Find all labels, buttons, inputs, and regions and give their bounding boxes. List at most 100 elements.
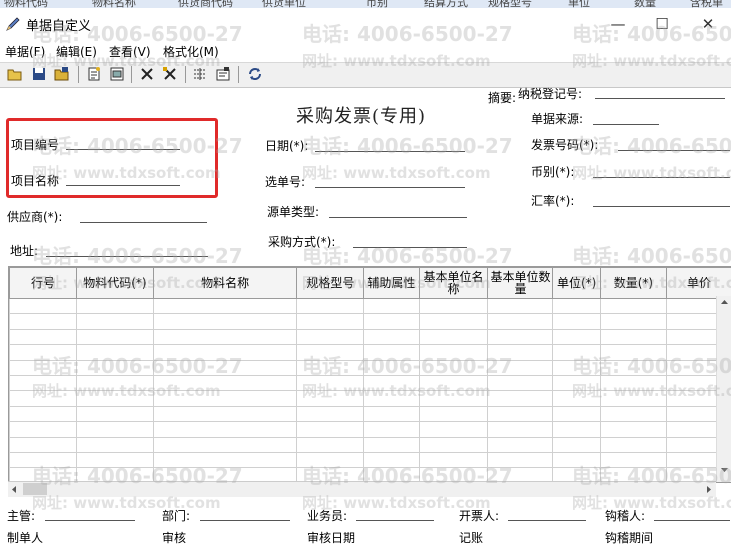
table-cell[interactable] bbox=[419, 406, 488, 421]
delete-icon[interactable] bbox=[139, 66, 155, 82]
table-cell[interactable] bbox=[10, 452, 77, 467]
manager-field[interactable] bbox=[45, 520, 135, 521]
table-cell[interactable] bbox=[297, 391, 364, 406]
table-cell[interactable] bbox=[76, 299, 153, 314]
col-header[interactable]: 物料代码(*) bbox=[76, 268, 153, 299]
salesman-field[interactable] bbox=[356, 520, 434, 521]
table-cell[interactable] bbox=[153, 437, 297, 452]
scroll-right-icon[interactable] bbox=[705, 485, 713, 494]
table-cell[interactable] bbox=[76, 437, 153, 452]
table-row[interactable] bbox=[10, 437, 731, 452]
table-cell[interactable] bbox=[153, 345, 297, 360]
table-cell[interactable] bbox=[153, 375, 297, 390]
table-cell[interactable] bbox=[297, 437, 364, 452]
menu-edit[interactable]: 编辑(E) bbox=[56, 43, 97, 60]
table-cell[interactable] bbox=[10, 406, 77, 421]
table-cell[interactable] bbox=[419, 329, 488, 344]
table-cell[interactable] bbox=[553, 406, 600, 421]
table-cell[interactable] bbox=[153, 329, 297, 344]
table-cell[interactable] bbox=[553, 329, 600, 344]
table-cell[interactable] bbox=[600, 391, 666, 406]
table-cell[interactable] bbox=[553, 422, 600, 437]
table-row[interactable] bbox=[10, 299, 731, 314]
table-cell[interactable] bbox=[10, 314, 77, 329]
table-cell[interactable] bbox=[364, 314, 419, 329]
table-cell[interactable] bbox=[553, 391, 600, 406]
table-cell[interactable] bbox=[297, 375, 364, 390]
table-cell[interactable] bbox=[419, 314, 488, 329]
invoice-number-field[interactable] bbox=[618, 150, 730, 151]
table-cell[interactable] bbox=[553, 314, 600, 329]
new-page-icon[interactable] bbox=[86, 66, 102, 82]
col-header[interactable]: 基本单位名称 bbox=[419, 268, 488, 299]
table-cell[interactable] bbox=[419, 437, 488, 452]
table-cell[interactable] bbox=[76, 329, 153, 344]
table-cell[interactable] bbox=[488, 391, 553, 406]
table-cell[interactable] bbox=[364, 360, 419, 375]
minimize-button[interactable]: — bbox=[598, 12, 638, 36]
table-cell[interactable] bbox=[76, 406, 153, 421]
table-cell[interactable] bbox=[488, 360, 553, 375]
table-cell[interactable] bbox=[600, 375, 666, 390]
table-cell[interactable] bbox=[553, 375, 600, 390]
source-field[interactable] bbox=[593, 124, 659, 125]
table-cell[interactable] bbox=[10, 437, 77, 452]
table-row[interactable] bbox=[10, 329, 731, 344]
table-cell[interactable] bbox=[364, 345, 419, 360]
menu-document[interactable]: 单据(F) bbox=[5, 43, 45, 60]
insert-icon[interactable] bbox=[192, 66, 208, 82]
table-cell[interactable] bbox=[419, 391, 488, 406]
col-header[interactable]: 辅助属性 bbox=[364, 268, 419, 299]
table-cell[interactable] bbox=[419, 299, 488, 314]
table-row[interactable] bbox=[10, 360, 731, 375]
select-number-field[interactable] bbox=[315, 187, 465, 188]
table-cell[interactable] bbox=[297, 406, 364, 421]
table-row[interactable] bbox=[10, 406, 731, 421]
department-field[interactable] bbox=[200, 520, 290, 521]
table-cell[interactable] bbox=[153, 452, 297, 467]
col-header[interactable]: 单位(*) bbox=[553, 268, 600, 299]
table-cell[interactable] bbox=[153, 314, 297, 329]
table-cell[interactable] bbox=[600, 406, 666, 421]
table-cell[interactable] bbox=[553, 345, 600, 360]
table-cell[interactable] bbox=[419, 422, 488, 437]
table-cell[interactable] bbox=[10, 360, 77, 375]
date-field[interactable] bbox=[315, 151, 465, 152]
table-cell[interactable] bbox=[600, 437, 666, 452]
horizontal-scrollbar[interactable] bbox=[8, 481, 716, 497]
table-cell[interactable] bbox=[488, 437, 553, 452]
table-cell[interactable] bbox=[76, 422, 153, 437]
table-cell[interactable] bbox=[76, 360, 153, 375]
table-cell[interactable] bbox=[364, 391, 419, 406]
table-row[interactable] bbox=[10, 314, 731, 329]
table-cell[interactable] bbox=[600, 422, 666, 437]
reconciler-field[interactable] bbox=[654, 520, 730, 521]
table-cell[interactable] bbox=[10, 345, 77, 360]
table-cell[interactable] bbox=[297, 329, 364, 344]
exchange-rate-field[interactable] bbox=[593, 206, 730, 207]
table-cell[interactable] bbox=[153, 406, 297, 421]
open-icon[interactable] bbox=[7, 66, 23, 82]
table-cell[interactable] bbox=[488, 422, 553, 437]
table-cell[interactable] bbox=[10, 422, 77, 437]
maximize-button[interactable]: ☐ bbox=[642, 12, 682, 36]
table-cell[interactable] bbox=[297, 422, 364, 437]
table-cell[interactable] bbox=[364, 375, 419, 390]
table-row[interactable] bbox=[10, 452, 731, 467]
supplier-field[interactable] bbox=[80, 222, 207, 223]
delete-all-icon[interactable] bbox=[162, 66, 178, 82]
table-cell[interactable] bbox=[153, 360, 297, 375]
save-icon[interactable] bbox=[31, 66, 47, 82]
table-cell[interactable] bbox=[553, 360, 600, 375]
close-button[interactable]: ✕ bbox=[688, 12, 728, 36]
col-header[interactable]: 行号 bbox=[10, 268, 77, 299]
properties-icon[interactable] bbox=[215, 66, 231, 82]
table-cell[interactable] bbox=[364, 422, 419, 437]
table-cell[interactable] bbox=[600, 314, 666, 329]
table-cell[interactable] bbox=[364, 299, 419, 314]
tax-registration-field[interactable] bbox=[595, 98, 725, 99]
scroll-left-icon[interactable] bbox=[10, 485, 18, 494]
table-cell[interactable] bbox=[297, 314, 364, 329]
table-row[interactable] bbox=[10, 391, 731, 406]
scroll-up-icon[interactable] bbox=[720, 298, 729, 306]
